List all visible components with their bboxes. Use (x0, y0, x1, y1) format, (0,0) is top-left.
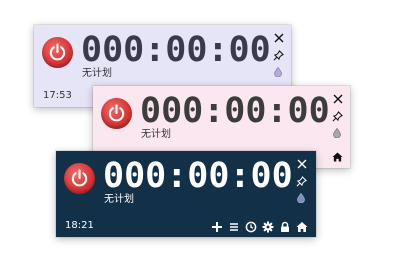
theme-color-button[interactable] (333, 128, 341, 138)
theme-color-button[interactable] (274, 67, 282, 77)
toolbar (211, 218, 308, 233)
settings-icon (262, 221, 274, 233)
close-icon (274, 33, 284, 43)
power-button[interactable] (64, 163, 95, 194)
timer-window-dark: 000:00:00 无计划 18:21 (56, 151, 316, 237)
settings-button[interactable] (262, 218, 274, 233)
close-icon (333, 94, 343, 104)
pin-button[interactable] (273, 50, 284, 61)
power-icon (108, 104, 125, 122)
close-button[interactable] (274, 33, 284, 43)
add-icon (212, 222, 222, 232)
add-button[interactable] (211, 218, 223, 232)
plan-label: 无计划 (82, 68, 112, 79)
theme-color-button[interactable] (297, 193, 305, 203)
list-icon (230, 223, 238, 231)
home-button[interactable] (332, 152, 343, 162)
close-button[interactable] (333, 94, 343, 104)
color-drop-icon (297, 193, 305, 203)
history-button[interactable] (245, 218, 257, 233)
current-time: 17:53 (43, 90, 72, 101)
home-icon (332, 152, 343, 162)
close-icon (297, 159, 307, 169)
lock-button[interactable] (279, 218, 291, 232)
power-icon (71, 169, 88, 187)
clock-icon (245, 221, 257, 233)
plan-label: 无计划 (104, 194, 134, 205)
pin-button[interactable] (296, 176, 307, 187)
power-button[interactable] (42, 37, 73, 68)
power-button[interactable] (101, 98, 132, 129)
power-icon (49, 43, 66, 61)
pin-icon (273, 50, 284, 61)
home-icon (296, 222, 308, 232)
pin-icon (296, 176, 307, 187)
home-button[interactable] (296, 218, 308, 232)
lock-icon (281, 221, 289, 232)
plan-label: 无计划 (141, 129, 171, 140)
pin-button[interactable] (332, 111, 343, 122)
close-button[interactable] (297, 159, 307, 169)
color-drop-icon (274, 67, 282, 77)
pin-icon (332, 111, 343, 122)
current-time: 18:21 (65, 220, 94, 231)
list-button[interactable] (228, 218, 240, 231)
color-drop-icon (333, 128, 341, 138)
